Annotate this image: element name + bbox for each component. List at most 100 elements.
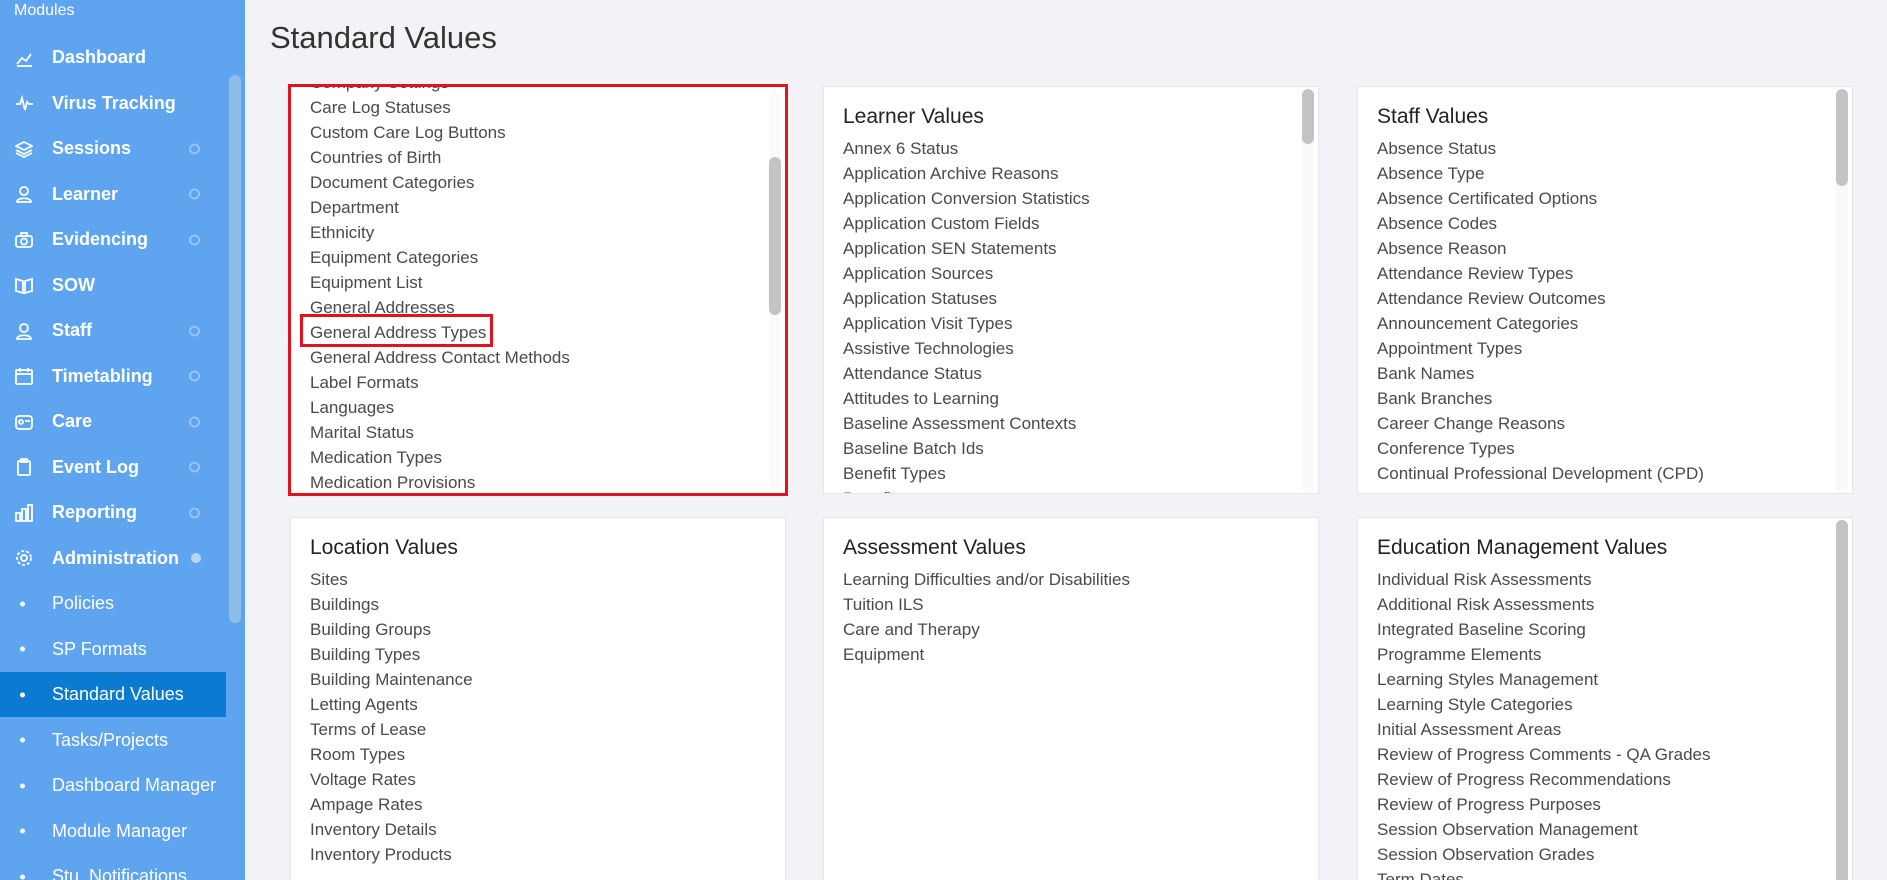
list-item[interactable]: Application Conversion Statistics	[843, 186, 1090, 211]
list-item[interactable]: Appointment Types	[1377, 336, 1704, 361]
sidebar-subitem-stu-notifications[interactable]: Stu. Notifications	[0, 854, 226, 880]
sidebar-item-evidencing[interactable]: Evidencing	[0, 217, 226, 262]
list-item[interactable]: Absence Type	[1377, 161, 1704, 186]
list-item[interactable]: Review of Progress Comments - QA Grades	[1377, 742, 1711, 767]
sidebar-item-label: Event Log	[52, 456, 140, 477]
chart-line-icon	[14, 48, 34, 68]
list-item[interactable]: Announcement Categories	[1377, 311, 1704, 336]
sidebar-subitem-label: Dashboard Manager	[52, 775, 217, 795]
list-item[interactable]: Annex 6 Status	[843, 136, 1090, 161]
sidebar-item-reporting[interactable]: Reporting	[0, 490, 226, 535]
list-item[interactable]: Benefit Types	[843, 461, 1090, 486]
list-item[interactable]: Building Groups	[310, 617, 473, 642]
list-item[interactable]: Voltage Rates	[310, 767, 473, 792]
location-values-card: Location Values Sites Buildings Building…	[290, 517, 786, 880]
sidebar-item-staff[interactable]: Staff	[0, 308, 226, 353]
sidebar-item-sow[interactable]: SOW	[0, 263, 226, 308]
list-item[interactable]: Attendance Review Outcomes	[1377, 286, 1704, 311]
sidebar-item-event-log[interactable]: Event Log	[0, 445, 226, 490]
list-item[interactable]: Term Dates	[1377, 867, 1711, 880]
list-item[interactable]: Attitudes to Learning	[843, 386, 1090, 411]
list-item[interactable]: Conference Types	[1377, 436, 1704, 461]
list-item[interactable]: Application Sources	[843, 261, 1090, 286]
list-item[interactable]: Programme Elements	[1377, 642, 1711, 667]
sidebar-item-sessions[interactable]: Sessions	[0, 126, 226, 171]
scroll-thumb[interactable]	[1836, 520, 1848, 880]
list-item[interactable]: Application Statuses	[843, 286, 1090, 311]
card-title: Location Values	[310, 536, 458, 559]
sidebar-item-learner[interactable]: Learner	[0, 172, 226, 217]
list-item[interactable]: Sites	[310, 567, 473, 592]
staff-card-scrollbar[interactable]	[1836, 89, 1848, 493]
list-item[interactable]: Career Change Reasons	[1377, 411, 1704, 436]
sidebar-subitem-policies[interactable]: Policies	[0, 581, 226, 626]
list-item[interactable]: Buildings	[310, 592, 473, 617]
collapse-indicator-icon	[189, 143, 200, 154]
list-item[interactable]: Application Visit Types	[843, 311, 1090, 336]
list-item[interactable]: Room Types	[310, 742, 473, 767]
scroll-thumb[interactable]	[1302, 89, 1314, 144]
sidebar-subitem-tasks-projects[interactable]: Tasks/Projects	[0, 718, 226, 763]
list-item[interactable]: Initial Assessment Areas	[1377, 717, 1711, 742]
list-item[interactable]: Building Maintenance	[310, 667, 473, 692]
sidebar-subitem-sp-formats[interactable]: SP Formats	[0, 627, 226, 672]
list-item[interactable]: Inventory Details	[310, 817, 473, 842]
list-item[interactable]: Individual Risk Assessments	[1377, 567, 1711, 592]
sidebar-subitem-standard-values[interactable]: Standard Values	[0, 672, 226, 717]
list-item[interactable]: Session Observation Grades	[1377, 842, 1711, 867]
list-item[interactable]: Review of Progress Purposes	[1377, 792, 1711, 817]
sidebar-item-administration[interactable]: Administration	[0, 536, 226, 581]
list-item[interactable]: Absence Codes	[1377, 211, 1704, 236]
list-item[interactable]: Absence Status	[1377, 136, 1704, 161]
education-values-list: Individual Risk Assessments Additional R…	[1377, 567, 1711, 880]
list-item[interactable]: Inventory Products	[310, 842, 473, 867]
list-item[interactable]: Integrated Baseline Scoring	[1377, 617, 1711, 642]
collapse-indicator-icon	[189, 188, 200, 200]
scroll-thumb[interactable]	[1836, 89, 1848, 186]
list-item[interactable]: Tuition ILS	[843, 592, 1130, 617]
list-item[interactable]: Bank Branches	[1377, 386, 1704, 411]
collapse-indicator-icon	[189, 370, 200, 382]
sidebar-item-virus-tracking[interactable]: Virus Tracking	[0, 81, 226, 126]
education-card-scrollbar[interactable]	[1836, 520, 1848, 880]
list-item[interactable]: Attendance Review Types	[1377, 261, 1704, 286]
list-item[interactable]: Equipment	[843, 642, 1130, 667]
list-item[interactable]: Learning Difficulties and/or Disabilitie…	[843, 567, 1130, 592]
list-item[interactable]: Application Archive Reasons	[843, 161, 1090, 186]
list-item[interactable]: Absence Reason	[1377, 236, 1704, 261]
list-item[interactable]: Absence Certificated Options	[1377, 186, 1704, 211]
education-management-values-card: Education Management Values Individual R…	[1357, 517, 1853, 880]
list-item[interactable]: Learning Styles Management	[1377, 667, 1711, 692]
sidebar-item-label: Reporting	[52, 502, 137, 522]
list-item[interactable]: Ampage Rates	[310, 792, 473, 817]
sidebar-scrollbar[interactable]	[229, 75, 241, 623]
sidebar-item-care[interactable]: Care	[0, 399, 226, 444]
item-highlight-box	[300, 314, 493, 347]
sidebar-subitem-label: SP Formats	[52, 638, 147, 659]
list-item[interactable]: Baseline Assessment Contexts	[843, 411, 1090, 436]
list-item[interactable]: Assistive Technologies	[843, 336, 1090, 361]
list-item[interactable]: Care and Therapy	[843, 617, 1130, 642]
list-item[interactable]: Building Types	[310, 642, 473, 667]
list-item[interactable]: Application Custom Fields	[843, 211, 1090, 236]
sidebar-subitem-module-manager[interactable]: Module Manager	[0, 809, 226, 854]
sidebar-subitem-dashboard-manager[interactable]: Dashboard Manager	[0, 763, 226, 808]
list-item[interactable]: Continual Professional Development (CPD)	[1377, 461, 1704, 486]
list-item[interactable]: Learning Style Categories	[1377, 692, 1711, 717]
list-item[interactable]: Terms of Lease	[310, 717, 473, 742]
list-item[interactable]: Attendance Status	[843, 361, 1090, 386]
calendar-icon	[14, 366, 34, 386]
collapse-indicator-icon	[189, 461, 200, 473]
learner-card-scrollbar[interactable]	[1302, 89, 1314, 493]
list-item[interactable]: Baseline Batch Ids	[843, 436, 1090, 461]
list-item[interactable]: Session Observation Management	[1377, 817, 1711, 842]
staff-icon	[14, 321, 34, 341]
sidebar-item-dashboard[interactable]: Dashboard	[0, 35, 226, 80]
sidebar-item-timetabling[interactable]: Timetabling	[0, 354, 226, 399]
list-item[interactable]: Additional Risk Assessments	[1377, 592, 1711, 617]
list-item[interactable]: Application SEN Statements	[843, 236, 1090, 261]
list-item[interactable]: Benefits	[843, 486, 1090, 493]
list-item[interactable]: Letting Agents	[310, 692, 473, 717]
list-item[interactable]: Review of Progress Recommendations	[1377, 767, 1711, 792]
list-item[interactable]: Bank Names	[1377, 361, 1704, 386]
